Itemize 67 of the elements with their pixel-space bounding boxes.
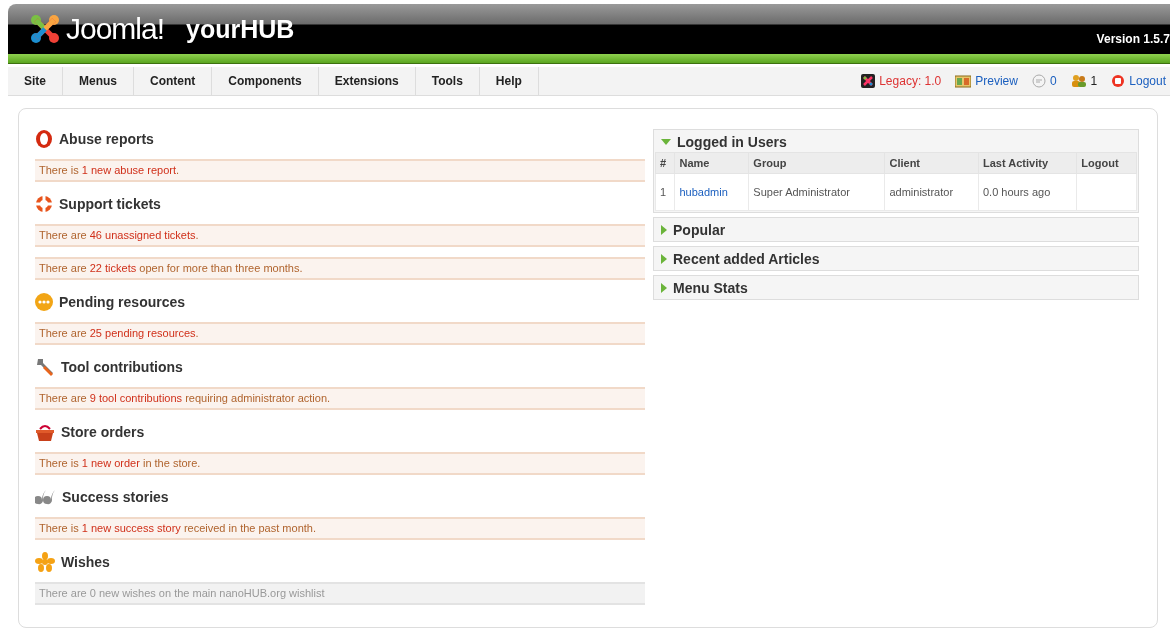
ring-icon <box>35 129 53 149</box>
notice-link[interactable]: 1 new success story <box>81 522 181 534</box>
notice-text: There is 1 new abuse report. <box>35 159 645 182</box>
notice-text: There are 9 tool contributions requiring administrator action. <box>35 387 645 410</box>
menu-item[interactable]: Components <box>212 67 319 95</box>
notice-text: There are 22 tickets open for more than three months. <box>35 257 645 280</box>
notice-text: There is 1 new success story received in the past month. <box>35 517 645 540</box>
panel-header[interactable]: Recent added Articles <box>655 248 1137 269</box>
menu-item[interactable]: Site <box>8 67 63 95</box>
site-name: yourHUB <box>186 14 295 44</box>
status-link[interactable]: Preview <box>955 74 1018 88</box>
table-cell: Super Administrator <box>748 173 885 211</box>
column-header: Client <box>884 152 979 174</box>
version-label: Version 1.5.7 <box>1096 32 1170 46</box>
notice-link[interactable]: 9 tool contributions <box>89 392 183 404</box>
status-link[interactable]: 1 <box>1070 74 1098 88</box>
notice-text: There are 46 unassigned tickets. <box>35 224 645 247</box>
panel-header[interactable]: Menu Stats <box>655 277 1137 298</box>
basket-icon <box>35 422 55 442</box>
section-title: Store orders <box>61 424 145 440</box>
window-preview-icon <box>955 74 972 88</box>
panel-title: Menu Stats <box>673 279 748 296</box>
joomla-logo-icon <box>861 74 876 88</box>
notice-text: There are 25 pending resources. <box>35 322 645 345</box>
section-title: Abuse reports <box>59 131 154 147</box>
flower-icon <box>35 552 55 572</box>
panel-title: Popular <box>673 221 726 238</box>
ellipsis-icon <box>35 293 53 311</box>
column-header: Last Activity <box>978 152 1077 174</box>
section-title: Pending resources <box>59 294 186 310</box>
menu-item[interactable]: Extensions <box>318 67 416 95</box>
column-header: Logout <box>1076 152 1137 174</box>
panel-header[interactable]: Popular <box>655 219 1137 240</box>
notice-text: There is 1 new order in the store. <box>35 452 645 475</box>
column-header: Group <box>748 152 885 174</box>
joomla-logo-icon <box>28 12 62 46</box>
notice-text: There are 0 new wishes on the main nanoHUB.org wishlist <box>35 582 645 605</box>
notice-link[interactable]: 22 tickets <box>89 262 137 274</box>
status-link[interactable]: 0 <box>1031 74 1057 88</box>
logo-text: Joomla! <box>66 12 165 46</box>
wrench-icon <box>35 357 55 377</box>
notice-link[interactable]: 1 new order <box>81 457 140 469</box>
column-header: # <box>655 152 675 174</box>
column-header: Name <box>675 152 749 174</box>
logout-icon <box>1111 74 1126 88</box>
status-link[interactable]: Legacy: 1.0 <box>861 74 942 88</box>
table-cell: 0.0 hours ago <box>978 173 1077 211</box>
section-title: Support tickets <box>59 196 161 212</box>
notice-link[interactable]: 25 pending resources <box>89 327 196 339</box>
lifebuoy-icon <box>35 195 53 213</box>
status-link[interactable]: Logout <box>1111 74 1166 88</box>
menu-item[interactable]: Tools <box>415 67 480 95</box>
menu-item[interactable]: Menus <box>63 67 135 95</box>
menu-item[interactable]: Help <box>479 67 539 95</box>
panel-title: Recent added Articles <box>673 250 820 267</box>
notice-link[interactable]: 1 new abuse report <box>81 164 176 176</box>
users-icon <box>1070 74 1087 88</box>
menu-item[interactable]: Content <box>134 67 213 95</box>
panel-header[interactable]: Logged in Users <box>655 131 1137 152</box>
section-title: Success stories <box>62 489 169 505</box>
section-title: Wishes <box>61 554 110 570</box>
message-icon <box>1031 74 1046 88</box>
table-cell: 1 <box>655 173 675 211</box>
section-title: Tool contributions <box>61 359 183 375</box>
notice-link[interactable]: 46 unassigned tickets <box>89 229 196 241</box>
table-cell: administrator <box>884 173 979 211</box>
panel-title: Logged in Users <box>677 133 787 150</box>
